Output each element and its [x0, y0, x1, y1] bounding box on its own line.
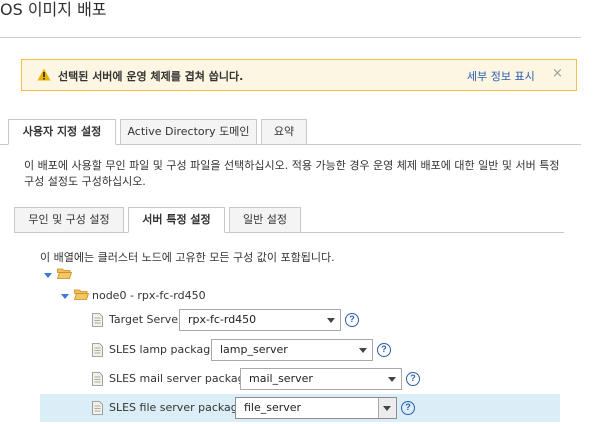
document-icon [92, 343, 103, 357]
tree-node-label: node0 - rpx-fc-rd450 [92, 289, 206, 302]
lamp-package-select[interactable]: lamp_server [211, 339, 373, 361]
help-icon[interactable]: ? [377, 343, 391, 357]
tab-summary[interactable]: 요약 [261, 119, 307, 145]
show-details-link[interactable]: 세부 정보 표시 [467, 68, 535, 84]
setting-label: Target Server [109, 313, 183, 326]
sub-tabs: 무인 및 구성 설정 서버 특정 설정 일반 설정 [0, 207, 593, 233]
mail-package-select[interactable]: mail_server [240, 368, 402, 390]
tab-custom-settings[interactable]: 사용자 지정 설정 [8, 119, 116, 145]
folder-open-icon [57, 268, 72, 279]
help-icon[interactable]: ? [401, 401, 415, 415]
title-divider [0, 37, 581, 38]
file-server-package-select[interactable]: file_server [235, 397, 397, 419]
close-icon[interactable]: × [552, 66, 563, 81]
setting-label: SLES lamp package. [109, 343, 221, 356]
setting-row-mail: SLES mail server package mail_server ? [40, 366, 560, 392]
expand-root-icon[interactable] [44, 273, 52, 278]
settings-description: 이 배포에 사용할 무인 파일 및 구성 파일을 선택하십시오. 적용 가능한 … [24, 159, 560, 188]
help-icon[interactable]: ? [406, 372, 420, 386]
select-value: rpx-fc-rd450 [188, 313, 257, 326]
setting-row-lamp: SLES lamp package. lamp_server ? [40, 337, 560, 363]
chevron-down-icon [388, 377, 396, 382]
select-value: mail_server [249, 372, 313, 385]
chevron-down-icon [383, 406, 391, 411]
target-server-select[interactable]: rpx-fc-rd450 [179, 309, 341, 331]
setting-row-file-server: SLES file server package file_server ? [40, 394, 560, 422]
select-value: file_server [244, 401, 302, 414]
setting-label: SLES file server package [109, 401, 245, 414]
expand-node-icon[interactable] [61, 294, 69, 299]
warning-message: 선택된 서버에 운영 체제를 겹쳐 씁니다. [58, 70, 244, 83]
tree-note: 이 배열에는 클러스터 노드에 고유한 모든 구성 값이 포함됩니다. [40, 251, 335, 264]
chevron-down-icon [359, 348, 367, 353]
tab-active-directory[interactable]: Active Directory 도메인 [120, 119, 257, 145]
warning-icon [37, 68, 51, 81]
setting-label: SLES mail server package [109, 372, 252, 385]
folder-open-icon [74, 289, 89, 300]
tab-unattend-config[interactable]: 무인 및 구성 설정 [14, 207, 124, 233]
page-title: OS 이미지 배포 [0, 0, 107, 19]
chevron-down-icon [327, 318, 335, 323]
document-icon [92, 313, 103, 327]
document-icon [92, 401, 103, 415]
warning-banner: 선택된 서버에 운영 체제를 겹쳐 씁니다. 세부 정보 표시 × [21, 59, 577, 91]
setting-row-target-server: Target Server rpx-fc-rd450 ? [40, 307, 560, 333]
main-tabs: 사용자 지정 설정 Active Directory 도메인 요약 [0, 119, 593, 145]
help-icon[interactable]: ? [345, 313, 359, 327]
document-icon [92, 372, 103, 386]
select-value: lamp_server [220, 343, 288, 356]
tab-general-settings[interactable]: 일반 설정 [229, 207, 301, 233]
tab-server-specific[interactable]: 서버 특정 설정 [128, 207, 225, 233]
